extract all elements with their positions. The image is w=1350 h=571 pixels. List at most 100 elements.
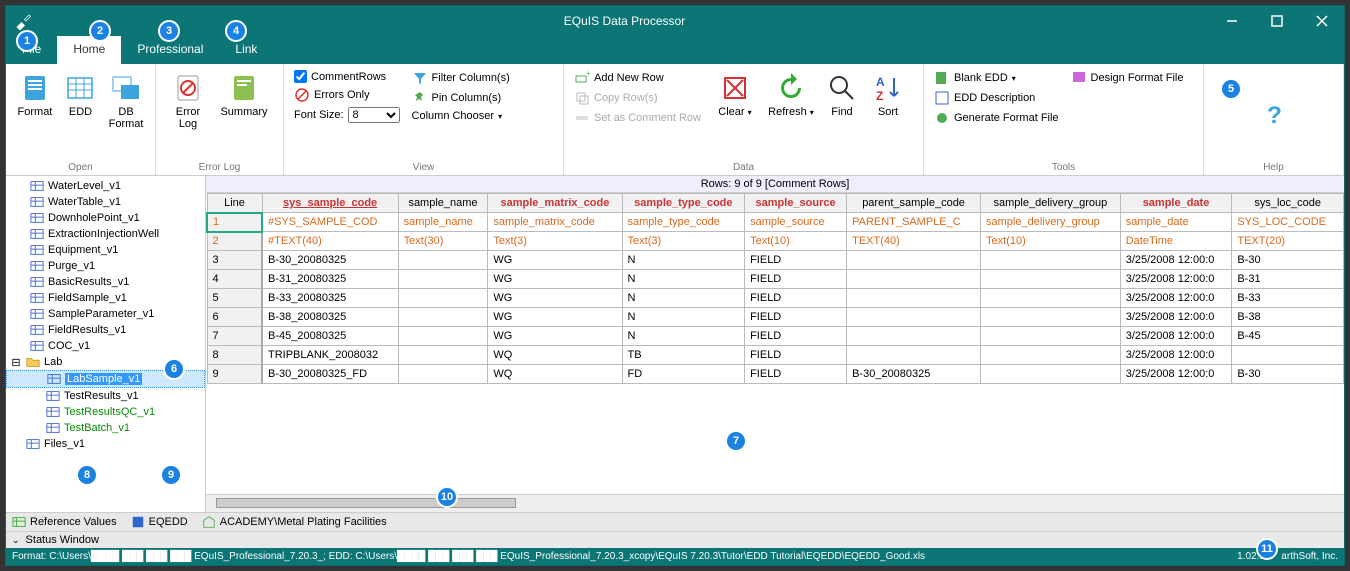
summary-button[interactable]: Summary <box>218 68 270 122</box>
edd-button[interactable]: EDD <box>62 68 99 122</box>
set-comment-row-button[interactable]: Set as Comment Row <box>574 110 701 126</box>
cell[interactable] <box>847 251 981 270</box>
help-icon[interactable]: ? <box>1260 100 1288 128</box>
cell[interactable] <box>398 270 488 289</box>
column-header[interactable]: sample_name <box>398 194 488 213</box>
cell[interactable] <box>981 270 1121 289</box>
cell[interactable] <box>847 346 981 365</box>
cell[interactable]: N <box>622 289 745 308</box>
cell[interactable]: FIELD <box>745 251 847 270</box>
tree-item[interactable]: Equipment_v1 <box>6 242 205 258</box>
tree-panel[interactable]: WaterLevel_v1WaterTable_v1DownholePoint_… <box>6 176 206 512</box>
brush-icon[interactable] <box>14 12 32 30</box>
tree-item[interactable]: WaterLevel_v1 <box>6 178 205 194</box>
cell[interactable]: B-30_20080325_FD <box>262 365 398 384</box>
cell[interactable] <box>398 289 488 308</box>
cell[interactable]: B-30_20080325 <box>262 251 398 270</box>
cell[interactable]: FIELD <box>745 346 847 365</box>
cell[interactable]: WG <box>488 270 622 289</box>
cell[interactable] <box>981 346 1121 365</box>
cell[interactable]: B-33 <box>1232 289 1344 308</box>
cell[interactable]: 3/25/2008 12:00:0 <box>1120 346 1232 365</box>
cell[interactable]: Text(3) <box>488 232 622 251</box>
cell[interactable]: sample_type_code <box>622 213 745 232</box>
column-header[interactable]: sample_type_code <box>622 194 745 213</box>
cell[interactable]: FIELD <box>745 327 847 346</box>
eqedd-tab[interactable]: EQEDD <box>131 515 188 529</box>
cell[interactable]: FIELD <box>745 308 847 327</box>
row-number[interactable]: 5 <box>207 289 262 308</box>
horizontal-scrollbar[interactable] <box>206 494 1344 512</box>
cell[interactable]: Text(3) <box>622 232 745 251</box>
cell[interactable] <box>398 327 488 346</box>
cell[interactable] <box>847 308 981 327</box>
cell[interactable]: N <box>622 270 745 289</box>
cell[interactable]: SYS_LOC_CODE <box>1232 213 1344 232</box>
find-button[interactable]: Find <box>821 68 863 122</box>
cell[interactable]: B-45 <box>1232 327 1344 346</box>
tab-link[interactable]: Link <box>219 36 273 64</box>
refresh-button[interactable]: Refresh ▾ <box>765 68 817 122</box>
row-number[interactable]: 2 <box>207 232 262 251</box>
cell[interactable]: B-31 <box>1232 270 1344 289</box>
cell[interactable]: TEXT(20) <box>1232 232 1344 251</box>
tree-item[interactable]: WaterTable_v1 <box>6 194 205 210</box>
column-header[interactable]: sample_source <box>745 194 847 213</box>
tree-item[interactable]: FieldResults_v1 <box>6 322 205 338</box>
cell[interactable]: WG <box>488 327 622 346</box>
font-size-select[interactable]: 8 <box>348 107 400 123</box>
cell[interactable]: N <box>622 327 745 346</box>
cell[interactable] <box>981 289 1121 308</box>
generate-format-button[interactable]: Generate Format File <box>934 110 1059 126</box>
cell[interactable] <box>398 346 488 365</box>
cell[interactable]: WG <box>488 251 622 270</box>
cell[interactable] <box>847 289 981 308</box>
cell[interactable]: sample_date <box>1120 213 1232 232</box>
close-button[interactable] <box>1299 6 1344 36</box>
column-chooser-button[interactable]: Column Chooser ▾ <box>412 110 510 122</box>
cell[interactable] <box>981 365 1121 384</box>
cell[interactable]: B-30 <box>1232 251 1344 270</box>
tree-item[interactable]: TestBatch_v1 <box>6 420 205 436</box>
blank-edd-button[interactable]: Blank EDD ▾ <box>934 70 1059 86</box>
cell[interactable] <box>981 308 1121 327</box>
error-log-button[interactable]: ErrorLog <box>162 68 214 134</box>
cell[interactable]: B-45_20080325 <box>262 327 398 346</box>
row-number[interactable]: 7 <box>207 327 262 346</box>
tree-item[interactable]: COC_v1 <box>6 338 205 354</box>
column-header[interactable]: sample_date <box>1120 194 1232 213</box>
cell[interactable]: B-33_20080325 <box>262 289 398 308</box>
tree-item-files[interactable]: Files_v1 <box>6 436 205 452</box>
cell[interactable] <box>847 270 981 289</box>
row-number[interactable]: 4 <box>207 270 262 289</box>
comment-rows-check[interactable]: CommentRows <box>294 70 400 83</box>
row-number[interactable]: 3 <box>207 251 262 270</box>
pin-columns-button[interactable]: Pin Column(s) <box>412 90 510 106</box>
tree-item[interactable]: ExtractionInjectionWell <box>6 226 205 242</box>
cell[interactable]: WQ <box>488 346 622 365</box>
minimize-button[interactable] <box>1209 6 1254 36</box>
academy-tab[interactable]: ACADEMY\Metal Plating Facilities <box>202 515 387 529</box>
tree-item[interactable]: DownholePoint_v1 <box>6 210 205 226</box>
cell[interactable]: WQ <box>488 365 622 384</box>
cell[interactable]: 3/25/2008 12:00:0 <box>1120 308 1232 327</box>
cell[interactable]: #TEXT(40) <box>262 232 398 251</box>
row-number[interactable]: 1 <box>207 213 262 232</box>
cell[interactable] <box>847 327 981 346</box>
cell[interactable]: sample_source <box>745 213 847 232</box>
design-format-button[interactable]: Design Format File <box>1071 70 1184 86</box>
cell[interactable]: PARENT_SAMPLE_C <box>847 213 981 232</box>
row-number[interactable]: 9 <box>207 365 262 384</box>
cell[interactable]: Text(10) <box>745 232 847 251</box>
cell[interactable]: B-38_20080325 <box>262 308 398 327</box>
tree-item[interactable]: Purge_v1 <box>6 258 205 274</box>
data-grid[interactable]: Linesys_sample_codesample_namesample_mat… <box>206 193 1344 494</box>
cell[interactable]: 3/25/2008 12:00:0 <box>1120 251 1232 270</box>
cell[interactable]: #SYS_SAMPLE_COD <box>262 213 398 232</box>
cell[interactable]: WG <box>488 289 622 308</box>
tree-item[interactable]: SampleParameter_v1 <box>6 306 205 322</box>
cell[interactable]: FIELD <box>745 365 847 384</box>
format-button[interactable]: Format <box>12 68 58 122</box>
edd-description-button[interactable]: EDD Description <box>934 90 1059 106</box>
expand-icon[interactable]: ⌄ <box>12 535 20 546</box>
